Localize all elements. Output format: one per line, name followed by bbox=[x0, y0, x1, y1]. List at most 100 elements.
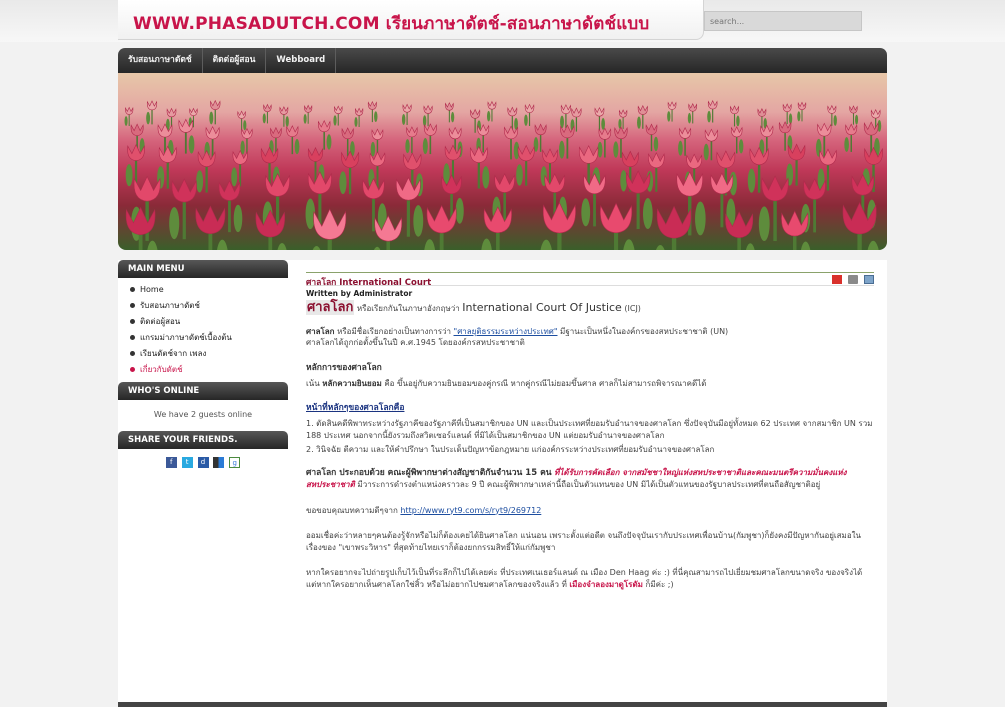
tulip-leaf bbox=[707, 110, 711, 123]
principles-heading: หลักการของศาลโลก bbox=[306, 362, 382, 373]
tulip-flower bbox=[524, 103, 535, 113]
tulip-leaf bbox=[370, 141, 376, 157]
tulip-flower bbox=[362, 177, 385, 200]
tulip-flower bbox=[618, 109, 628, 118]
tulip-stem bbox=[406, 111, 408, 125]
bullet-icon bbox=[130, 319, 135, 324]
tulip-flower bbox=[307, 171, 332, 195]
tulip-flower bbox=[819, 148, 837, 166]
tulip-stem bbox=[795, 158, 798, 186]
tulip-flower bbox=[637, 104, 648, 115]
pdf-icon[interactable] bbox=[832, 275, 843, 284]
tulip-flower bbox=[423, 104, 433, 114]
main-menu-heading: MAIN MENU bbox=[118, 260, 288, 278]
tulip-stem bbox=[406, 197, 410, 237]
tulip-banner-image bbox=[118, 73, 887, 250]
tulip-flower bbox=[757, 108, 767, 117]
twitter-icon[interactable]: t bbox=[181, 457, 193, 468]
tulip-flower bbox=[845, 123, 858, 136]
tulip-stem bbox=[482, 134, 484, 153]
tulip-leaf bbox=[216, 239, 228, 250]
google-bookmark-icon[interactable]: g bbox=[229, 457, 241, 468]
facebook-icon[interactable]: f bbox=[165, 457, 177, 468]
tulip-leaf bbox=[695, 201, 706, 236]
menu-item-about-dutch[interactable]: เกี่ยวกับดัตช์ bbox=[130, 362, 288, 378]
menu-item-home[interactable]: Home bbox=[130, 282, 288, 298]
tulip-stem bbox=[784, 131, 786, 151]
tulip-stem bbox=[852, 112, 854, 125]
duty-item-2: 2. วินิจฉัย ตีความ และให้คำปรึกษา ในประเ… bbox=[306, 445, 715, 454]
madurodam-link[interactable]: เมืองจำลองมาดูโรดัม bbox=[569, 580, 643, 589]
nav-item-dutch-teaching[interactable]: รับสอนภาษาดัตช์ bbox=[118, 48, 203, 73]
tulip-leaf bbox=[800, 241, 811, 250]
bullet-icon bbox=[130, 335, 135, 340]
tulip-stem bbox=[266, 110, 268, 124]
menu-item-learn-from-songs[interactable]: เรียนดัตช์จาก เพลง bbox=[130, 346, 288, 362]
bullet-icon bbox=[130, 367, 135, 372]
tulip-stem bbox=[337, 112, 339, 126]
tulip-flower bbox=[864, 146, 883, 165]
tulip-stem bbox=[323, 130, 325, 150]
tulip-leaf bbox=[333, 115, 337, 126]
tulip-flower bbox=[688, 103, 698, 112]
definition-link[interactable]: "ศาลยุติธรรมระหว่างประเทศ" bbox=[454, 327, 558, 336]
tulip-stem bbox=[283, 113, 285, 127]
tulip-flower bbox=[542, 148, 558, 164]
tulip-stem bbox=[358, 114, 360, 127]
tulip-stem bbox=[539, 133, 542, 152]
tulip-stem bbox=[773, 197, 777, 242]
tulip-leaf bbox=[233, 204, 243, 233]
tulip-stem bbox=[712, 108, 714, 123]
tulip-stem bbox=[655, 165, 658, 192]
share-heading: SHARE YOUR FRIENDS. bbox=[118, 431, 288, 449]
tulip-leaf bbox=[326, 134, 332, 150]
tulip-flower bbox=[402, 103, 412, 113]
tulip-leaf bbox=[559, 140, 565, 159]
article-title[interactable]: ศาลโลก International Court bbox=[306, 278, 431, 288]
tulip-stem bbox=[736, 135, 738, 154]
bullet-icon bbox=[130, 351, 135, 356]
nav-item-webboard[interactable]: Webboard bbox=[266, 48, 337, 73]
menu-item-basic-grammar[interactable]: แกรมม่าภาษาดัตช์เบื้องต้น bbox=[130, 330, 288, 346]
print-icon[interactable] bbox=[848, 275, 859, 284]
tulip-flower bbox=[483, 206, 512, 234]
tulip-leaf bbox=[374, 111, 378, 123]
tulip-flower bbox=[255, 209, 285, 238]
tulip-flower bbox=[166, 107, 177, 118]
tulip-leaf bbox=[243, 120, 247, 131]
menu-item-contact-teacher[interactable]: ติดต่อผู้สอน bbox=[130, 314, 288, 330]
site-title[interactable]: WWW.PHASADUTCH.COM เรียนภาษาดัตช์-สอนภาษ… bbox=[133, 10, 649, 37]
tulip-leaf bbox=[312, 246, 321, 250]
search-input[interactable] bbox=[704, 11, 862, 31]
tulip-flower bbox=[241, 127, 253, 139]
digg-icon[interactable]: d bbox=[197, 457, 209, 468]
tulip-leaf bbox=[169, 207, 180, 240]
tulip-flower bbox=[218, 180, 241, 201]
tulip-leaf bbox=[339, 171, 347, 195]
tulip-flower bbox=[656, 205, 692, 239]
tulip-leaf bbox=[601, 118, 606, 130]
tulip-stem bbox=[184, 130, 187, 154]
tulip-flower bbox=[760, 124, 774, 138]
tulip-leaf bbox=[855, 114, 859, 125]
email-icon[interactable] bbox=[864, 275, 874, 284]
tulip-leaf bbox=[294, 139, 300, 155]
paragraph-opinion: ออมเชื่อค่ะว่าหลายๆคนต้องรู้จักหรือไม่ก็… bbox=[306, 531, 862, 552]
tulip-stem bbox=[620, 137, 622, 158]
tulip-flower bbox=[598, 127, 612, 140]
source-link[interactable]: http://www.ryt9.com/s/ryt9/269712 bbox=[400, 506, 541, 515]
tulip-leaf bbox=[540, 239, 552, 250]
judges-text: มีวาระการดำรงตำแหน่งคราวละ 9 ปี คณะผู้พิ… bbox=[357, 480, 821, 489]
menu-item-dutch-teaching[interactable]: รับสอนภาษาดัตช์ bbox=[130, 298, 288, 314]
delicious-icon[interactable] bbox=[213, 457, 225, 468]
tulip-flower bbox=[133, 175, 161, 202]
tulip-stem bbox=[733, 112, 736, 127]
tulip-flower bbox=[146, 100, 158, 111]
tulip-flower bbox=[423, 123, 437, 136]
tulip-stem bbox=[566, 136, 569, 159]
tulip-stem bbox=[831, 112, 833, 126]
intro-abbreviation: (ICJ) bbox=[624, 304, 641, 313]
nav-item-contact-teacher[interactable]: ติดต่อผู้สอน bbox=[203, 48, 267, 73]
tulip-stem bbox=[604, 138, 606, 158]
tulip-flower bbox=[406, 126, 418, 138]
